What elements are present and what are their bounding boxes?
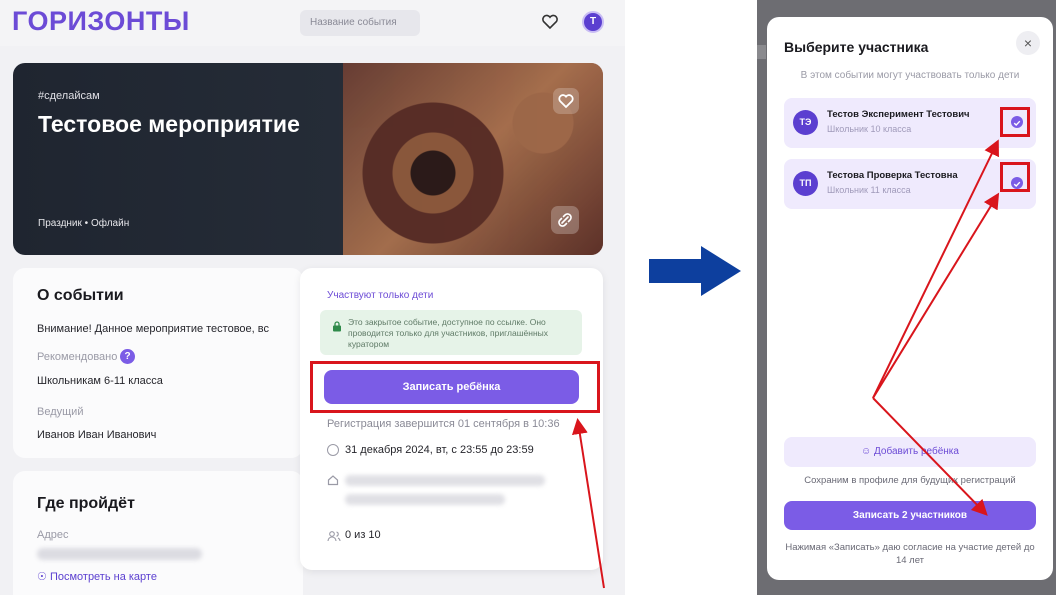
close-icon[interactable]: × [1016, 31, 1040, 55]
consent-text: Нажимая «Записать» даю согласие на участ… [785, 542, 1035, 566]
add-user-icon: ☺ [861, 446, 872, 457]
location-pin-icon: ☉ [37, 571, 47, 583]
event-hashtag: #сделайсам [38, 90, 100, 102]
question-icon[interactable]: ? [120, 349, 135, 364]
favorites-heart-icon[interactable] [540, 12, 560, 32]
clock-icon [327, 444, 339, 456]
select-participant-modal: Выберите участника × В этом событии могу… [767, 17, 1053, 580]
home-icon [327, 475, 339, 486]
recommended-value: Школьникам 6-11 класса [37, 375, 163, 387]
background-edge [757, 45, 766, 59]
place-blurred-2 [345, 494, 505, 505]
recommended-label: Рекомендовано [37, 351, 118, 363]
select-participant-screenshot: Выберите участника × В этом событии могу… [757, 0, 1056, 595]
event-page-screenshot: ГОРИЗОНТЫ Название события Т #сделайсам … [0, 0, 625, 595]
modal-subtitle: В этом событии могут участвовать только … [800, 70, 1020, 81]
search-input[interactable]: Название события [300, 10, 420, 36]
event-title: Тестовое мероприятие [38, 111, 300, 137]
modal-title: Выберите участника [784, 39, 929, 55]
share-link-button[interactable] [551, 206, 579, 234]
participant-option[interactable]: ТЭ Тестов Эксперимент Тестович Школьник … [784, 98, 1036, 148]
participant-name: Тестова Проверка Тестовна [827, 170, 958, 181]
top-bar: ГОРИЗОНТЫ Название события Т [0, 0, 625, 46]
about-title: О событии [37, 287, 124, 304]
participant-avatar: ТП [793, 171, 818, 196]
closed-event-text: Это закрытое событие, доступное по ссылк… [348, 317, 548, 349]
address-label: Адрес [37, 529, 69, 541]
people-icon [327, 531, 341, 542]
address-blurred [37, 548, 202, 560]
host-label: Ведущий [37, 406, 84, 418]
about-event-card: О событии Внимание! Данное мероприятие т… [13, 268, 303, 458]
heart-icon [558, 94, 574, 109]
host-value: Иванов Иван Иванович [37, 429, 157, 441]
transition-arrow-icon [649, 246, 741, 296]
hero-favorite-button[interactable] [553, 88, 579, 114]
add-child-button[interactable]: ☺ Добавить ребёнка [784, 437, 1036, 467]
participants-count: 0 из 10 [345, 529, 381, 541]
checkbox-highlight-2 [1000, 162, 1030, 192]
submit-participants-button[interactable]: Записать 2 участников [784, 501, 1036, 530]
link-icon [558, 213, 572, 227]
participant-avatar: ТЭ [793, 110, 818, 135]
add-child-label: Добавить ребёнка [874, 446, 959, 457]
participant-name: Тестов Эксперимент Тестович [827, 109, 970, 120]
kids-only-note: Участвуют только дети [327, 290, 434, 301]
avatar[interactable]: Т [582, 11, 604, 33]
checkbox-highlight [1000, 107, 1030, 137]
location-title: Где пройдёт [37, 495, 135, 512]
lock-icon [333, 321, 341, 332]
event-date: 31 декабря 2024, вт, с 23:55 до 23:59 [345, 444, 534, 456]
save-profile-note: Сохраним в профиле для будущих регистрац… [804, 475, 1016, 486]
view-on-map-link[interactable]: ☉ Посмотреть на карте [37, 570, 157, 583]
participant-option[interactable]: ТП Тестова Проверка Тестовна Школьник 11… [784, 159, 1036, 209]
participant-grade: Школьник 11 класса [827, 185, 911, 195]
location-card: Где пройдёт Адрес ☉ Посмотреть на карте [13, 471, 303, 595]
place-blurred [345, 475, 545, 486]
event-meta: Праздник • Офлайн [38, 218, 130, 229]
logo[interactable]: ГОРИЗОНТЫ [12, 6, 190, 37]
enroll-button-highlight [310, 361, 600, 413]
event-hero-banner: #сделайсам Тестовое мероприятие Праздник… [13, 63, 603, 255]
map-link-label: Посмотреть на карте [49, 571, 157, 583]
about-text: Внимание! Данное мероприятие тестовое, в… [37, 323, 269, 335]
registration-deadline: Регистрация завершится 01 сентября в 10:… [327, 418, 560, 430]
participant-grade: Школьник 10 класса [827, 124, 912, 134]
closed-event-notice: Это закрытое событие, доступное по ссылк… [320, 310, 582, 355]
registration-card: Участвуют только дети Это закрытое событ… [300, 268, 603, 570]
